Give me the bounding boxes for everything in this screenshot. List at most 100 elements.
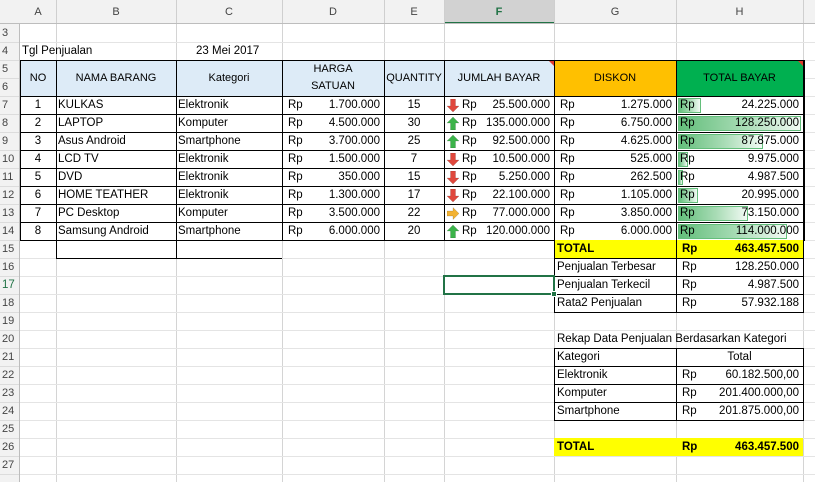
cell-item-name[interactable]: Asus Android	[58, 132, 176, 150]
cell-no[interactable]: 4	[20, 150, 56, 168]
column-header-g[interactable]: G	[554, 3, 676, 21]
row-header-12[interactable]: 12	[0, 186, 18, 204]
cell-amount-paid[interactable]: 135.000.000	[474, 114, 550, 132]
cell-no[interactable]: 2	[20, 114, 56, 132]
cell-category[interactable]: Smartphone	[178, 132, 282, 150]
row-header-21[interactable]: 21	[0, 348, 18, 366]
header-no[interactable]: NO	[20, 60, 56, 96]
recap-value[interactable]: 201.875.000,00	[696, 402, 799, 420]
summary-label[interactable]: Penjualan Terbesar	[557, 258, 676, 276]
header-discount[interactable]: DISKON	[554, 60, 676, 96]
row-header-4[interactable]: 4	[0, 42, 18, 60]
cell-no[interactable]: 7	[20, 204, 56, 222]
header-category[interactable]: Kategori	[176, 60, 282, 96]
cell-amount-paid[interactable]: 10.500.000	[474, 150, 550, 168]
cell-item-name[interactable]: LCD TV	[58, 150, 176, 168]
cell-category[interactable]: Elektronik	[178, 168, 282, 186]
cell-quantity[interactable]: 22	[384, 204, 444, 222]
cell-no[interactable]: 1	[20, 96, 56, 114]
row-header-10[interactable]: 10	[0, 150, 18, 168]
header-unit-price-2[interactable]: SATUAN	[282, 78, 384, 95]
cell-discount[interactable]: 4.625.000	[574, 132, 672, 150]
cell-discount[interactable]: 6.000.000	[574, 222, 672, 240]
row-header-20[interactable]: 20	[0, 330, 18, 348]
row-header-27[interactable]: 27	[0, 456, 18, 474]
recap-category[interactable]: Elektronik	[557, 366, 676, 384]
recap-category[interactable]: Smartphone	[557, 402, 676, 420]
row-header-22[interactable]: 22	[0, 366, 18, 384]
cell-unit-price[interactable]: 3.700.000	[302, 132, 380, 150]
cell-item-name[interactable]: Samsung Android	[58, 222, 176, 240]
cell-amount-paid[interactable]: 92.500.000	[474, 132, 550, 150]
cell-unit-price[interactable]: 1.500.000	[302, 150, 380, 168]
cell-category[interactable]: Elektronik	[178, 186, 282, 204]
cell-quantity[interactable]: 20	[384, 222, 444, 240]
summary-value[interactable]: 57.932.188	[696, 294, 799, 312]
cell-quantity[interactable]: 15	[384, 168, 444, 186]
cell-category[interactable]: Elektronik	[178, 150, 282, 168]
cell-category[interactable]: Smartphone	[178, 222, 282, 240]
recap-value[interactable]: 201.400.000,00	[696, 384, 799, 402]
cell-discount[interactable]: 525.000	[574, 150, 672, 168]
cell-no[interactable]: 6	[20, 186, 56, 204]
summary-value[interactable]: 4.987.500	[696, 276, 799, 294]
cell-quantity[interactable]: 17	[384, 186, 444, 204]
row-header-24[interactable]: 24	[0, 402, 18, 420]
row-header-9[interactable]: 9	[0, 132, 18, 150]
sale-date-value[interactable]: 23 Mei 2017	[196, 42, 316, 60]
recap-value[interactable]: 60.182.500,00	[696, 366, 799, 384]
cell-discount[interactable]: 1.275.000	[574, 96, 672, 114]
selected-cell[interactable]	[443, 275, 555, 295]
cell-unit-price[interactable]: 1.700.000	[302, 96, 380, 114]
row-header-23[interactable]: 23	[0, 384, 18, 402]
cell-item-name[interactable]: PC Desktop	[58, 204, 176, 222]
cell-no[interactable]: 3	[20, 132, 56, 150]
recap-header-category[interactable]: Kategori	[557, 348, 676, 366]
header-unit-price[interactable]: HARGA	[282, 61, 384, 78]
cell-total-paid[interactable]: 73.150.000	[696, 204, 799, 222]
cell-discount[interactable]: 262.500	[574, 168, 672, 186]
header-total-paid[interactable]: TOTAL BAYAR	[676, 60, 803, 96]
cell-amount-paid[interactable]: 5.250.000	[474, 168, 550, 186]
cell-total-paid[interactable]: 9.975.000	[696, 150, 799, 168]
row-header-5[interactable]: 5	[0, 60, 18, 78]
cell-no[interactable]: 5	[20, 168, 56, 186]
cell-discount[interactable]: 1.105.000	[574, 186, 672, 204]
cell-unit-price[interactable]: 350.000	[302, 168, 380, 186]
recap-category[interactable]: Komputer	[557, 384, 676, 402]
cell-quantity[interactable]: 30	[384, 114, 444, 132]
header-item-name[interactable]: NAMA BARANG	[56, 60, 176, 96]
cell-item-name[interactable]: KULKAS	[58, 96, 176, 114]
cell-amount-paid[interactable]: 120.000.000	[474, 222, 550, 240]
recap-header-total[interactable]: Total	[676, 348, 803, 366]
sale-date-label[interactable]: Tgl Penjualan	[22, 42, 172, 60]
spreadsheet[interactable]: A B C D E F G H 3 4 5 6 7 8 9 10 11 12 13 14 15 16 17 18 19 20 21 2…	[0, 0, 815, 482]
cell-unit-price[interactable]: 4.500.000	[302, 114, 380, 132]
row-header-13[interactable]: 13	[0, 204, 18, 222]
cell-item-name[interactable]: HOME TEATHER	[58, 186, 176, 204]
cell-quantity[interactable]: 15	[384, 96, 444, 114]
row-header-16[interactable]: 16	[0, 258, 18, 276]
cell-total-paid[interactable]: 114.000.000	[696, 222, 799, 240]
cell-amount-paid[interactable]: 22.100.000	[474, 186, 550, 204]
cell-total-paid[interactable]: 20.995.000	[696, 186, 799, 204]
row-header-14[interactable]: 14	[0, 222, 18, 240]
row-header-11[interactable]: 11	[0, 168, 18, 186]
cell-total-paid[interactable]: 4.987.500	[696, 168, 799, 186]
column-header-h[interactable]: H	[676, 3, 803, 21]
row-header-17[interactable]: 17	[0, 276, 18, 294]
header-quantity[interactable]: QUANTITY	[384, 60, 444, 96]
cell-total-paid[interactable]: 128.250.000	[696, 114, 799, 132]
cell-discount[interactable]: 3.850.000	[574, 204, 672, 222]
column-header-d[interactable]: D	[282, 3, 384, 21]
summary-label[interactable]: Penjualan Terkecil	[557, 276, 676, 294]
cell-unit-price[interactable]: 6.000.000	[302, 222, 380, 240]
cell-quantity[interactable]: 25	[384, 132, 444, 150]
column-header-e[interactable]: E	[384, 3, 444, 21]
cell-total-paid[interactable]: 24.225.000	[696, 96, 799, 114]
column-header-a[interactable]: A	[20, 3, 56, 21]
row-header-8[interactable]: 8	[0, 114, 18, 132]
cell-total-paid[interactable]: 87.875.000	[696, 132, 799, 150]
column-header-c[interactable]: C	[176, 3, 282, 21]
fill-handle[interactable]	[551, 291, 557, 297]
